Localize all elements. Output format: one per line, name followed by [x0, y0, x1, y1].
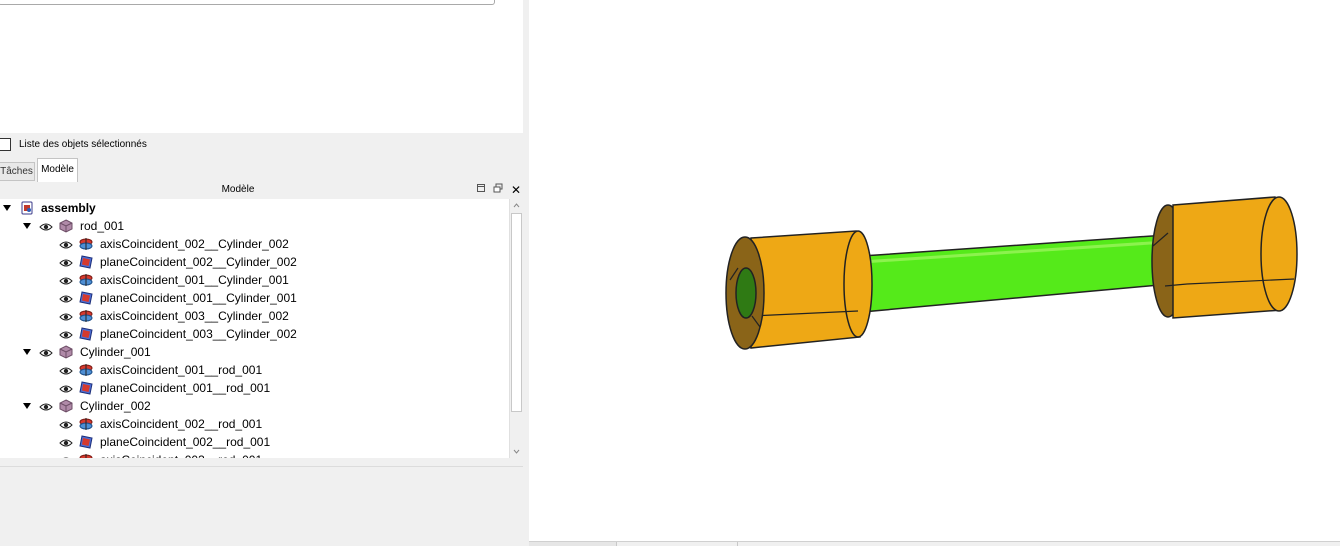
visibility-eye-icon[interactable]: [59, 419, 73, 429]
tree-item-constraint[interactable]: planeCoincident_002__rod_001: [0, 433, 509, 451]
tree-item-label: axisCoincident_003__Cylinder_002: [100, 309, 289, 323]
tree-item-label: planeCoincident_001__Cylinder_001: [100, 291, 297, 305]
visibility-eye-icon[interactable]: [59, 311, 73, 321]
3d-viewport[interactable]: [529, 0, 1340, 541]
selection-list-checkbox[interactable]: [0, 137, 11, 151]
tree-scrollbar[interactable]: [509, 199, 523, 458]
model-tree: assembly rod_001 axisCoincident_002__Cylin…: [0, 199, 509, 458]
plane-constraint-icon: [79, 327, 93, 341]
tree-item-constraint[interactable]: axisCoincident_001__rod_001: [0, 361, 509, 379]
view-tab[interactable]: [529, 542, 617, 546]
tree-item-constraint[interactable]: axisCoincident_003__Cylinder_002: [0, 307, 509, 325]
expand-arrow-icon[interactable]: [22, 221, 32, 231]
tree-item-constraint[interactable]: planeCoincident_002__Cylinder_002: [0, 253, 509, 271]
visibility-eye-icon[interactable]: [39, 401, 53, 411]
visibility-eye-icon[interactable]: [59, 437, 73, 447]
assembly-3d-render[interactable]: [529, 0, 1340, 541]
tree-item-label: planeCoincident_003__Cylinder_002: [100, 327, 297, 341]
tree-item-constraint[interactable]: planeCoincident_003__Cylinder_002: [0, 325, 509, 343]
cylinder-right-shape[interactable]: [1151, 196, 1298, 319]
visibility-eye-icon[interactable]: [59, 239, 73, 249]
close-icon[interactable]: ✕: [509, 183, 523, 197]
plane-constraint-icon: [79, 435, 93, 449]
tree-item-constraint[interactable]: planeCoincident_001__rod_001: [0, 379, 509, 397]
tree-item-constraint[interactable]: axisCoincident_002__Cylinder_002: [0, 235, 509, 253]
scroll-up-icon[interactable]: [510, 199, 523, 213]
restore-icon[interactable]: [474, 183, 488, 197]
visibility-eye-icon[interactable]: [59, 257, 73, 267]
visibility-eye-icon[interactable]: [39, 347, 53, 357]
plane-constraint-icon: [79, 255, 93, 269]
scrollbar-thumb[interactable]: [511, 213, 522, 412]
part-icon: [59, 345, 73, 359]
tree-item-label: axisCoincident_002__rod_001: [100, 417, 263, 431]
plane-constraint-icon: [79, 291, 93, 305]
tree-view-header: Modèle ✕: [0, 182, 523, 199]
tab-modele[interactable]: Modèle: [37, 158, 78, 182]
selection-list-label: Liste des objets sélectionnés: [19, 138, 147, 150]
cylinder-left-shape[interactable]: [725, 230, 873, 350]
expand-arrow-icon[interactable]: [2, 203, 12, 213]
visibility-eye-icon[interactable]: [59, 365, 73, 375]
tree-item-label: Cylinder_002: [80, 399, 151, 413]
visibility-eye-icon[interactable]: [59, 275, 73, 285]
tree-item-label: axisCoincident_003__rod_001: [100, 452, 262, 458]
axis-constraint-icon: [79, 273, 93, 287]
plane-constraint-icon: [79, 381, 93, 395]
axis-constraint-icon: [79, 309, 93, 323]
float-icon[interactable]: [491, 183, 505, 197]
axis-constraint-icon: [79, 363, 93, 377]
tree-item-constraint[interactable]: axisCoincident_001__Cylinder_001: [0, 271, 509, 289]
part-icon: [59, 219, 73, 233]
rod-shape[interactable]: [861, 233, 1182, 313]
tree-item-label: axisCoincident_001__rod_001: [100, 363, 263, 377]
tree-item-label: planeCoincident_002__Cylinder_002: [100, 255, 297, 269]
selection-search-field[interactable]: [0, 0, 495, 5]
tree-item-label: Cylinder_001: [80, 345, 151, 359]
selection-list-option[interactable]: Liste des objets sélectionnés: [0, 136, 147, 152]
tree-item-label: rod_001: [80, 219, 125, 233]
tree-item-assembly[interactable]: assembly: [0, 199, 509, 217]
view-tab[interactable]: [617, 542, 738, 546]
selection-view: [0, 0, 523, 133]
tree-item-part[interactable]: Cylinder_002: [0, 397, 509, 415]
visibility-eye-icon[interactable]: [59, 293, 73, 303]
tree-item-constraint[interactable]: axisCoincident_003__rod_001: [0, 451, 509, 458]
property-view: [0, 466, 523, 546]
tab-taches[interactable]: Tâches: [0, 162, 35, 181]
tree-item-label: planeCoincident_002__rod_001: [100, 435, 271, 449]
scroll-down-icon[interactable]: [510, 444, 523, 458]
tree-item-constraint[interactable]: planeCoincident_001__Cylinder_001: [0, 289, 509, 307]
visibility-eye-icon[interactable]: [59, 329, 73, 339]
part-icon: [59, 399, 73, 413]
tree-item-label: axisCoincident_001__Cylinder_001: [100, 273, 289, 287]
tree-item-part[interactable]: Cylinder_001: [0, 343, 509, 361]
tree-view-title: Modèle: [221, 184, 255, 195]
axis-constraint-icon: [79, 453, 93, 458]
expand-arrow-icon[interactable]: [22, 347, 32, 357]
tree-item-label: assembly: [41, 201, 96, 215]
tree-item-label: axisCoincident_002__Cylinder_002: [100, 237, 289, 251]
assembly-doc-icon: [20, 201, 34, 215]
view-tab-bar: [529, 541, 1340, 546]
visibility-eye-icon[interactable]: [59, 455, 73, 458]
freecad-window: Liste des objets sélectionnés Tâches Mod…: [0, 0, 1340, 546]
visibility-eye-icon[interactable]: [39, 221, 53, 231]
combo-view-panel: Liste des objets sélectionnés Tâches Mod…: [0, 0, 523, 546]
axis-constraint-icon: [79, 417, 93, 431]
axis-constraint-icon: [79, 237, 93, 251]
tree-item-label: planeCoincident_001__rod_001: [100, 381, 271, 395]
visibility-eye-icon[interactable]: [59, 383, 73, 393]
expand-arrow-icon[interactable]: [22, 401, 32, 411]
tree-item-part[interactable]: rod_001: [0, 217, 509, 235]
tree-item-constraint[interactable]: axisCoincident_002__rod_001: [0, 415, 509, 433]
